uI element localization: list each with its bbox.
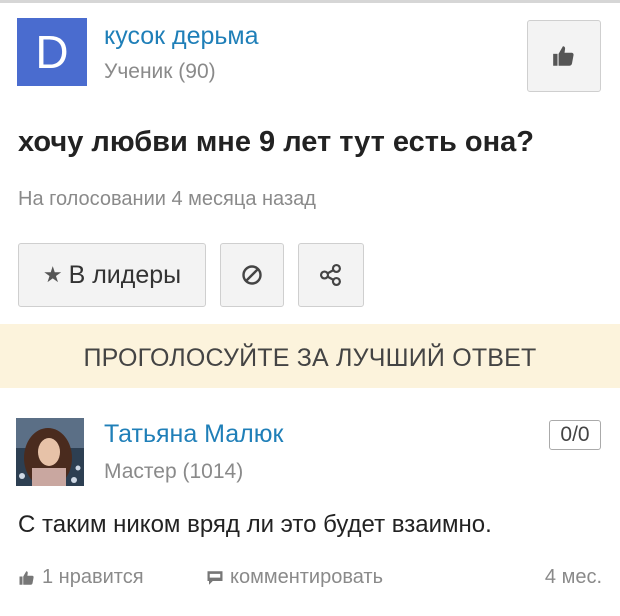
- avatar-photo: [16, 418, 84, 486]
- question-status: На голосовании 4 месяца назад: [18, 188, 316, 210]
- thumbs-up-icon: [553, 46, 574, 66]
- report-button[interactable]: [220, 243, 284, 307]
- answer-author-avatar[interactable]: [16, 418, 84, 486]
- answer-score-badge: 0/0: [549, 420, 601, 450]
- question-author-avatar[interactable]: D: [17, 18, 87, 86]
- thumbs-up-icon: [19, 570, 34, 585]
- top-divider: [0, 0, 620, 3]
- add-to-leaders-button[interactable]: ★ В лидеры: [18, 243, 206, 307]
- comment-button[interactable]: комментировать: [206, 566, 383, 589]
- like-question-button[interactable]: [527, 20, 601, 92]
- comment-label: комментировать: [230, 566, 384, 588]
- question-title: хочу любви мне 9 лет тут есть она?: [18, 126, 534, 158]
- add-to-leaders-label: В лидеры: [68, 260, 182, 289]
- comment-icon: [207, 570, 223, 585]
- answer-author-name[interactable]: Татьяна Малюк: [104, 420, 283, 449]
- star-icon: ★: [42, 262, 63, 287]
- answer-like-button[interactable]: 1 нравится: [18, 566, 144, 589]
- question-author-name[interactable]: кусок дерьма: [104, 22, 259, 51]
- share-button[interactable]: [298, 243, 364, 307]
- answer-likes-label: 1 нравится: [42, 566, 144, 588]
- answer-author-rank: Мастер (1014): [104, 460, 244, 483]
- share-icon: [319, 263, 341, 287]
- block-icon: [242, 265, 262, 285]
- vote-best-answer-banner: ПРОГОЛОСУЙТЕ ЗА ЛУЧШИЙ ОТВЕТ: [0, 324, 620, 388]
- answer-timestamp: 4 мес.: [544, 566, 602, 588]
- answer-text: С таким ником вряд ли это будет взаимно.: [18, 511, 492, 538]
- question-author-rank: Ученик (90): [104, 60, 216, 83]
